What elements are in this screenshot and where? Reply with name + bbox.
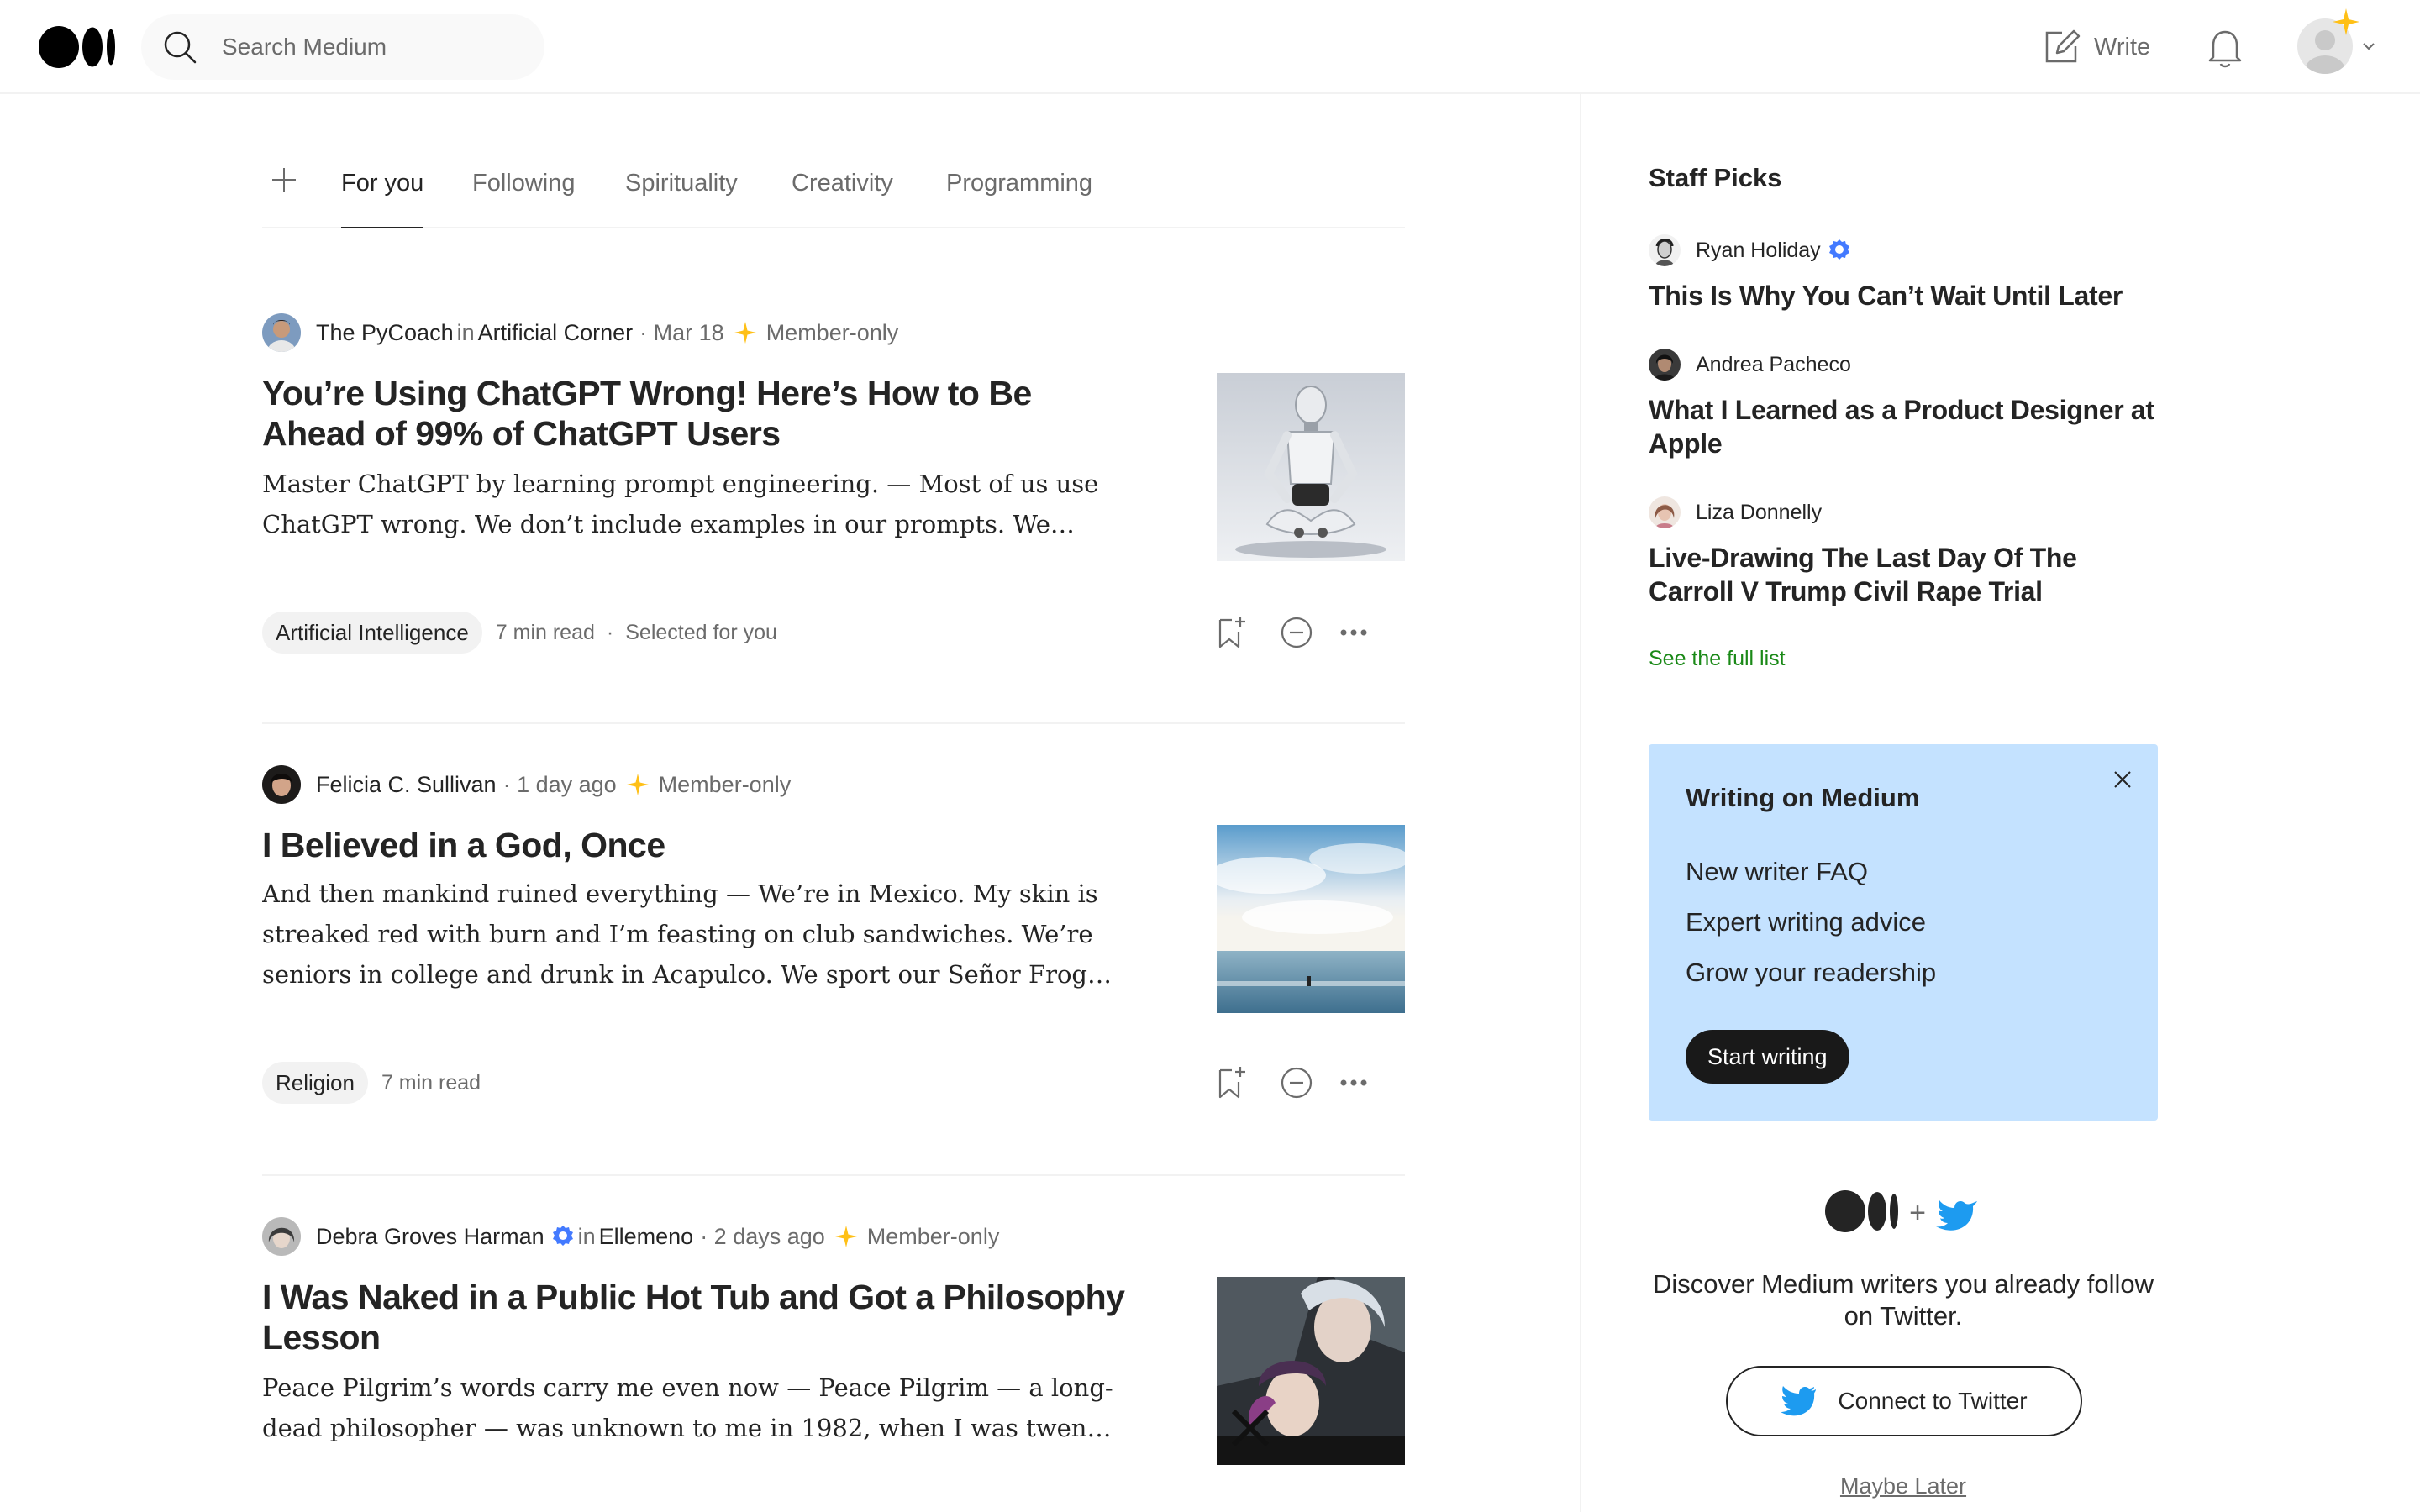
publication-name[interactable]: Ellemeno — [599, 1224, 694, 1250]
article-thumbnail[interactable] — [1217, 1277, 1405, 1465]
article-footer: Religion 7 min read — [262, 1062, 481, 1104]
verified-badge-icon — [1828, 239, 1849, 260]
article-actions — [951, 612, 1367, 654]
in-text: in — [456, 319, 475, 345]
write-label: Write — [2094, 33, 2151, 60]
staff-pick-item[interactable]: Andrea Pacheco What I Learned as a Produ… — [1649, 348, 2161, 460]
author-name[interactable]: The PyCoach — [316, 320, 454, 346]
grow-readership-link[interactable]: Grow your readership — [1686, 958, 1936, 988]
article-thumbnail[interactable] — [1217, 825, 1405, 1013]
plus-sign: + — [1909, 1197, 1926, 1229]
article-excerpt[interactable]: Peace Pilgrim’s words carry me even now … — [262, 1368, 1119, 1448]
add-topic-plus-icon[interactable] — [269, 165, 299, 195]
see-full-list-link[interactable]: See the full list — [1649, 647, 1786, 671]
pick-author-name[interactable]: Andrea Pacheco — [1696, 353, 1851, 377]
tab-for-you[interactable]: For you — [341, 170, 424, 228]
member-star-icon — [626, 774, 649, 795]
notification-bell-icon[interactable] — [2205, 25, 2245, 69]
member-star-icon — [834, 1226, 857, 1247]
show-less-icon[interactable] — [1279, 1065, 1314, 1100]
article-divider — [262, 722, 1405, 724]
verified-badge-icon — [552, 1226, 573, 1246]
tab-creativity[interactable]: Creativity — [792, 170, 893, 197]
pick-title[interactable]: Live-Drawing The Last Day Of The Carroll… — [1649, 541, 2161, 608]
write-button[interactable]: Write — [2042, 25, 2150, 69]
search-input[interactable]: Search Medium — [222, 14, 387, 80]
connect-twitter-label: Connect to Twitter — [1838, 1388, 2028, 1414]
column-divider — [1580, 94, 1581, 1512]
medium-plus-twitter-icon: + — [1825, 1190, 1977, 1232]
top-header: Search Medium Write — [0, 0, 2420, 94]
pick-author-name[interactable]: Ryan Holiday — [1696, 239, 1821, 263]
article-divider — [262, 1174, 1405, 1176]
writing-on-medium-box: Writing on Medium New writer FAQ Expert … — [1649, 744, 2158, 1121]
user-menu[interactable] — [2297, 8, 2378, 77]
close-icon[interactable] — [2111, 768, 2134, 791]
article-meta: Debra Groves Harman in Ellemeno · 2 days… — [262, 1216, 999, 1257]
member-sparkle-icon — [2333, 8, 2360, 35]
publication-name[interactable]: Artificial Corner — [478, 320, 634, 346]
more-options-icon[interactable] — [1336, 1065, 1371, 1100]
author-avatar[interactable] — [262, 1217, 301, 1256]
tab-programming[interactable]: Programming — [946, 170, 1092, 197]
article-meta: The PyCoach in Artificial Corner · Mar 1… — [262, 312, 898, 353]
member-star-icon — [734, 322, 756, 344]
article-thumbnail[interactable] — [1217, 373, 1405, 561]
pick-title[interactable]: This Is Why You Can’t Wait Until Later — [1649, 279, 2161, 312]
more-options-icon[interactable] — [1336, 615, 1371, 650]
article-title[interactable]: I Believed in a God, Once — [262, 825, 1136, 865]
topic-tag[interactable]: Religion — [262, 1062, 368, 1104]
twitter-discover-text: Discover Medium writers you already foll… — [1652, 1269, 2154, 1331]
pick-author-name[interactable]: Liza Donnelly — [1696, 501, 1822, 525]
pick-title[interactable]: What I Learned as a Product Designer at … — [1649, 393, 2161, 460]
start-writing-button[interactable]: Start writing — [1686, 1030, 1849, 1084]
bookmark-add-icon[interactable] — [1213, 1065, 1249, 1100]
tab-spirituality[interactable]: Spirituality — [625, 170, 738, 197]
connect-to-twitter-button[interactable]: Connect to Twitter — [1726, 1366, 2082, 1436]
pencil-square-icon — [2045, 29, 2081, 63]
new-writer-faq-link[interactable]: New writer FAQ — [1686, 857, 1868, 887]
post-date: · 2 days ago — [700, 1223, 825, 1249]
article-meta: Felicia C. Sullivan · 1 day ago Member-o… — [262, 764, 791, 805]
read-time: 7 min read — [381, 1070, 481, 1095]
bookmark-add-icon[interactable] — [1213, 615, 1249, 650]
feed-tabs: For you Following Spirituality Creativit… — [262, 151, 1405, 228]
post-date: · 1 day ago — [502, 771, 617, 797]
show-less-icon[interactable] — [1279, 615, 1314, 650]
expert-writing-advice-link[interactable]: Expert writing advice — [1686, 907, 1926, 937]
selected-for-you-label: Selected for you — [625, 620, 777, 644]
author-avatar[interactable] — [262, 313, 301, 352]
tab-following[interactable]: Following — [472, 170, 576, 197]
article-excerpt[interactable]: And then mankind ruined everything — We’… — [262, 874, 1119, 995]
read-time: 7 min read — [495, 620, 595, 644]
article-excerpt[interactable]: Master ChatGPT by learning prompt engine… — [262, 464, 1119, 544]
member-only-label: Member-only — [866, 1223, 1000, 1249]
twitter-bird-icon — [1781, 1386, 1817, 1416]
author-avatar[interactable] — [1649, 349, 1681, 381]
in-text: in — [577, 1223, 596, 1249]
article-title[interactable]: I Was Naked in a Public Hot Tub and Got … — [262, 1277, 1136, 1357]
author-avatar[interactable] — [1649, 496, 1681, 528]
article-actions — [951, 1062, 1367, 1104]
medium-logo-icon[interactable] — [39, 25, 118, 69]
member-only-label: Member-only — [765, 319, 899, 345]
article-footer: Artificial Intelligence 7 min read · Sel… — [262, 612, 777, 654]
article-title[interactable]: You’re Using ChatGPT Wrong! Here’s How t… — [262, 373, 1136, 454]
writing-box-title: Writing on Medium — [1686, 783, 1920, 812]
maybe-later-link[interactable]: Maybe Later — [1649, 1473, 2158, 1499]
separator-dot: · — [606, 620, 614, 644]
author-name[interactable]: Debra Groves Harman — [316, 1224, 544, 1250]
chevron-down-icon — [2363, 43, 2375, 50]
search-icon — [164, 31, 197, 64]
author-avatar[interactable] — [1649, 234, 1681, 266]
author-avatar[interactable] — [262, 765, 301, 804]
post-date: · Mar 18 — [639, 319, 724, 345]
author-name[interactable]: Felicia C. Sullivan — [316, 772, 497, 798]
search-bar[interactable]: Search Medium — [141, 14, 544, 80]
staff-pick-item[interactable]: Liza Donnelly Live-Drawing The Last Day … — [1649, 496, 2161, 608]
staff-pick-item[interactable]: Ryan Holiday This Is Why You Can’t Wait … — [1649, 234, 2161, 312]
topic-tag[interactable]: Artificial Intelligence — [262, 612, 482, 654]
staff-picks-heading: Staff Picks — [1649, 163, 1782, 192]
member-only-label: Member-only — [658, 771, 792, 797]
